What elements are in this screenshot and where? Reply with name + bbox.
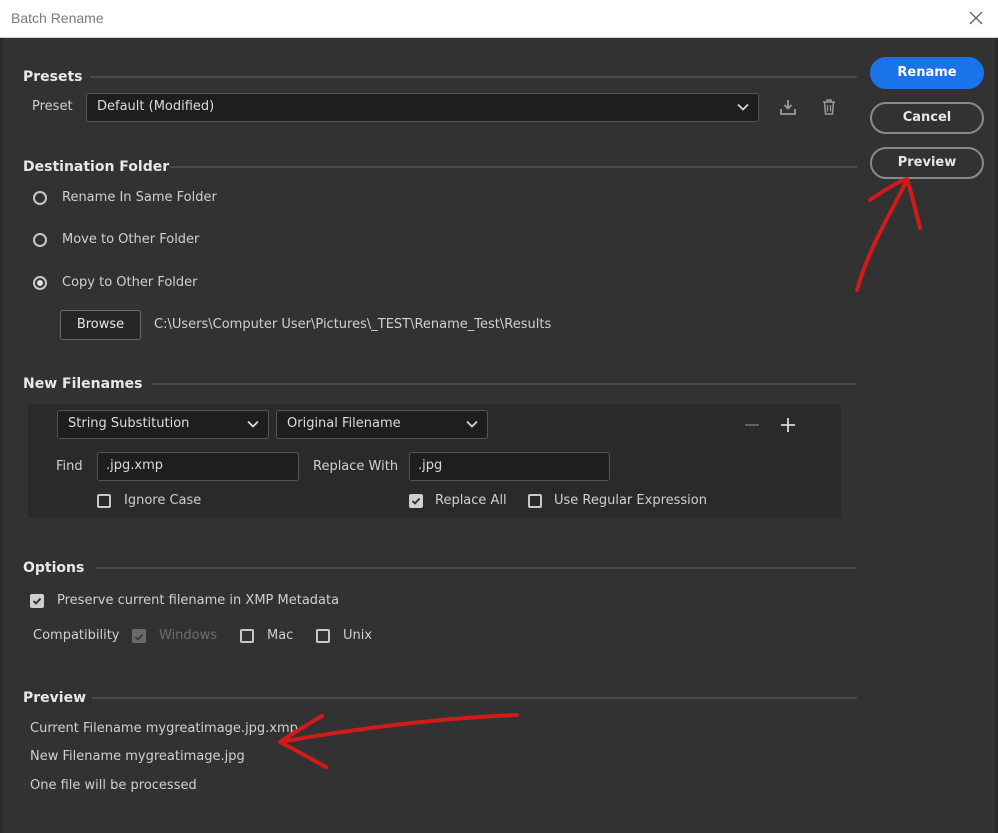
- preview-button[interactable]: Preview: [870, 147, 984, 179]
- new-filenames-section-title: New Filenames: [23, 376, 143, 392]
- rename-button[interactable]: Rename: [870, 57, 984, 89]
- checkmark-icon: [134, 633, 144, 641]
- trash-icon[interactable]: [821, 98, 837, 116]
- compat-unix-label: Unix: [343, 628, 373, 643]
- preset-dropdown[interactable]: Default (Modified): [86, 93, 759, 122]
- compatibility-label: Compatibility: [33, 628, 120, 643]
- preset-label: Preset: [32, 99, 73, 114]
- new-filenames-divider: [152, 383, 857, 385]
- plus-icon[interactable]: [780, 417, 796, 433]
- preview-current-filename: Current Filename mygreatimage.jpg.xmp: [30, 721, 298, 736]
- radio-label-move-other-folder: Move to Other Folder: [62, 232, 200, 247]
- rule-source-value: Original Filename: [287, 416, 401, 431]
- title-bar: Batch Rename: [0, 0, 998, 38]
- rule-type-value: String Substitution: [68, 416, 190, 431]
- options-section-title: Options: [23, 560, 85, 576]
- chevron-down-icon: [466, 420, 478, 428]
- ignore-case-label: Ignore Case: [124, 493, 202, 508]
- find-input[interactable]: .jpg.xmp: [97, 452, 299, 481]
- preview-section-title: Preview: [23, 690, 87, 706]
- radio-move-other-folder[interactable]: [33, 233, 47, 247]
- browse-button[interactable]: Browse: [60, 310, 141, 340]
- radio-label-rename-same-folder: Rename In Same Folder: [62, 190, 217, 205]
- chevron-down-icon: [737, 103, 749, 111]
- presets-section-title: Presets: [23, 69, 83, 85]
- radio-label-copy-other-folder: Copy to Other Folder: [62, 275, 198, 290]
- compat-mac-checkbox[interactable]: [240, 629, 254, 643]
- radio-copy-other-folder[interactable]: [33, 276, 47, 290]
- chevron-down-icon: [247, 420, 259, 428]
- use-regex-checkbox[interactable]: [528, 494, 542, 508]
- cancel-button[interactable]: Cancel: [870, 102, 984, 134]
- use-regex-label: Use Regular Expression: [554, 493, 707, 508]
- checkmark-icon: [32, 597, 42, 605]
- compat-windows-checkbox: [132, 629, 146, 643]
- options-divider: [95, 567, 857, 569]
- presets-divider: [90, 76, 857, 78]
- replace-all-label: Replace All: [435, 493, 507, 508]
- preview-new-filename: New Filename mygreatimage.jpg: [30, 749, 245, 764]
- replace-with-label: Replace With: [313, 459, 399, 474]
- ignore-case-checkbox[interactable]: [97, 494, 111, 508]
- destination-path: C:\Users\Computer User\Pictures\_TEST\Re…: [154, 317, 552, 332]
- preserve-filename-label: Preserve current filename in XMP Metadat…: [57, 593, 340, 608]
- compat-mac-label: Mac: [267, 628, 294, 643]
- preview-summary: One file will be processed: [30, 778, 197, 793]
- rule-source-dropdown[interactable]: Original Filename: [276, 410, 488, 439]
- close-icon[interactable]: [966, 8, 986, 28]
- find-label: Find: [56, 459, 83, 474]
- replace-with-input[interactable]: .jpg: [409, 452, 610, 481]
- minus-icon[interactable]: [744, 417, 760, 433]
- replace-all-checkbox[interactable]: [409, 494, 423, 508]
- preserve-filename-checkbox[interactable]: [30, 594, 44, 608]
- rule-type-dropdown[interactable]: String Substitution: [57, 410, 269, 439]
- save-preset-icon[interactable]: [779, 98, 797, 116]
- radio-rename-same-folder[interactable]: [33, 191, 47, 205]
- destination-section-title: Destination Folder: [23, 159, 170, 175]
- destination-divider: [170, 166, 857, 168]
- preview-divider: [92, 697, 857, 699]
- preset-dropdown-value: Default (Modified): [97, 99, 215, 114]
- compat-unix-checkbox[interactable]: [316, 629, 330, 643]
- window-title: Batch Rename: [11, 10, 104, 26]
- checkmark-icon: [411, 497, 421, 505]
- compat-windows-label: Windows: [159, 628, 218, 643]
